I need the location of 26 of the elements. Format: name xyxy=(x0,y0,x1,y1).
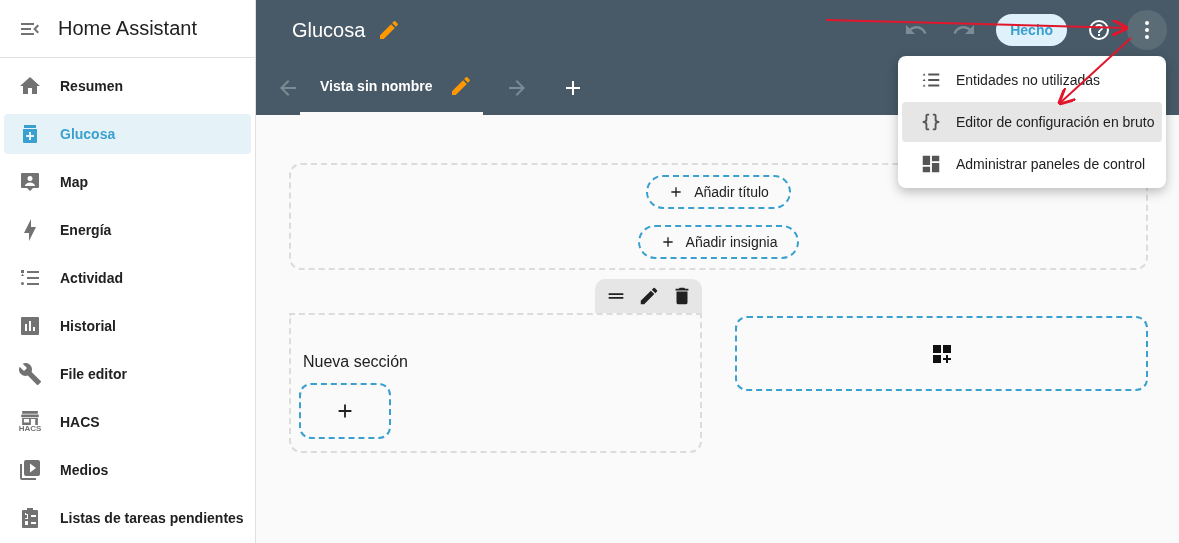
sidebar-item[interactable]: HACS HACS xyxy=(4,402,251,442)
dashboard-icon xyxy=(920,153,942,175)
dashboard-title: Glucosa xyxy=(292,18,366,42)
add-section-button[interactable] xyxy=(735,316,1148,391)
menu-item[interactable]: Editor de configuración en bruto xyxy=(902,102,1162,142)
add-card-button[interactable] xyxy=(299,383,391,439)
sidebar-item[interactable]: Resumen xyxy=(4,66,251,106)
braces-icon xyxy=(920,111,942,133)
menu-item[interactable]: Administrar paneles de control xyxy=(902,144,1162,184)
play-icon xyxy=(18,458,42,482)
more-options-icon[interactable] xyxy=(1127,10,1167,50)
view-tab[interactable]: Vista sin nombre xyxy=(300,60,483,115)
sidebar-item[interactable]: Medios xyxy=(4,450,251,490)
sidebar-item[interactable]: File editor xyxy=(4,354,251,394)
bar-chart-icon xyxy=(18,314,42,338)
sidebar-item[interactable]: Energía xyxy=(4,210,251,250)
sidebar-item[interactable]: Historial xyxy=(4,306,251,346)
person-pin-icon xyxy=(18,170,42,194)
sidebar-item[interactable]: Map xyxy=(4,162,251,202)
sidebar-item[interactable]: Listas de tareas pendientes xyxy=(4,498,251,538)
add-button[interactable]: Añadir insignia xyxy=(637,224,800,259)
add-button[interactable]: Añadir título xyxy=(646,174,791,209)
wrench-icon xyxy=(18,362,42,386)
app-title: Home Assistant xyxy=(58,17,197,40)
section-title: Nueva sección xyxy=(302,353,408,371)
sidebar-item[interactable]: Actividad xyxy=(4,258,251,298)
